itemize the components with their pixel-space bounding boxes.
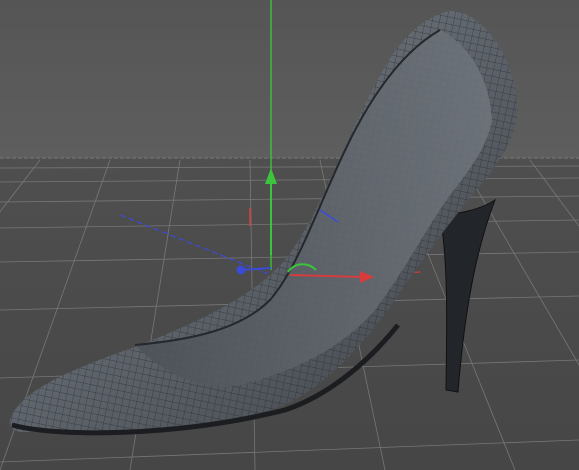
z-axis-handle-icon[interactable] xyxy=(236,265,246,275)
3d-viewport[interactable] xyxy=(0,0,579,470)
viewport-canvas[interactable] xyxy=(0,0,579,470)
